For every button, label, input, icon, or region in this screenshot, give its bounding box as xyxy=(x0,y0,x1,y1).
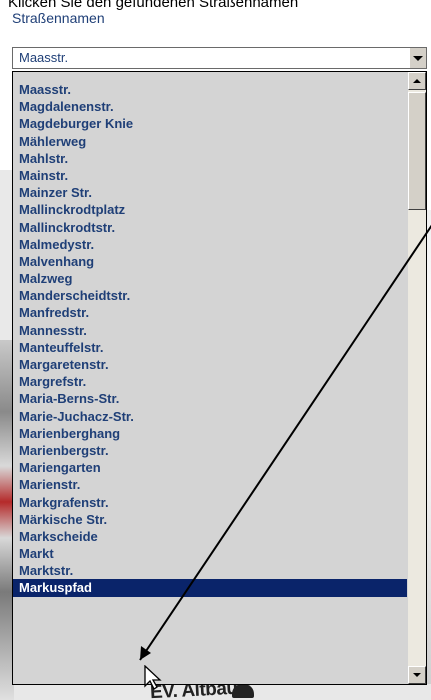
list-item[interactable]: Marktstr. xyxy=(13,562,407,579)
list-item[interactable]: Mallinckrodtstr. xyxy=(13,219,407,236)
list-item[interactable]: Mählerweg xyxy=(13,133,407,150)
scroll-thumb[interactable] xyxy=(408,92,426,210)
list-item[interactable]: Margaretenstr. xyxy=(13,356,407,373)
list-item[interactable]: Markuspfad xyxy=(13,579,407,597)
list-item[interactable]: Mariengarten xyxy=(13,459,407,476)
list-item[interactable]: Margrefstr. xyxy=(13,373,407,390)
list-item[interactable]: Mallinckrodtplatz xyxy=(13,201,407,218)
street-select[interactable]: Maasstr. xyxy=(12,47,427,69)
list-item[interactable]: Malvenhang xyxy=(13,253,407,270)
arrow-down-icon xyxy=(413,673,421,677)
mouse-pointer-icon xyxy=(144,665,162,690)
section-label: Straßennamen xyxy=(12,10,105,26)
list-item[interactable]: Manteuffelstr. xyxy=(13,339,407,356)
select-value: Maasstr. xyxy=(19,50,69,65)
list-item[interactable]: Manfredstr. xyxy=(13,304,407,321)
list-item[interactable]: Marie-Juchacz-Str. xyxy=(13,408,407,425)
list-items: Maasstr. Magdalenenstr. Magdeburger Knie Mä… xyxy=(13,81,407,597)
dropdown-button[interactable] xyxy=(409,48,426,68)
list-item[interactable]: Markgrafenstr. xyxy=(13,494,407,511)
list-item[interactable]: Märkische Str. xyxy=(13,511,407,528)
list-item[interactable]: Markscheide xyxy=(13,528,407,545)
list-item[interactable]: Marienstr. xyxy=(13,476,407,493)
list-item[interactable]: Malmedystr. xyxy=(13,236,407,253)
list-item[interactable]: Maasstr. xyxy=(13,81,407,98)
list-item[interactable]: Magdalenenstr. xyxy=(13,98,407,115)
list-item[interactable]: Mainzer Str. xyxy=(13,184,407,201)
street-list[interactable]: Maasstr. Magdalenenstr. Magdeburger Knie Mä… xyxy=(12,71,427,685)
list-item[interactable]: Mahlstr. xyxy=(13,150,407,167)
list-item[interactable]: Magdeburger Knie xyxy=(13,115,407,132)
list-item[interactable]: Malzweg xyxy=(13,270,407,287)
chevron-down-icon xyxy=(413,55,423,61)
heart-icon xyxy=(232,684,254,698)
list-item[interactable]: Marienberghang xyxy=(13,425,407,442)
list-item[interactable]: Marienbergstr. xyxy=(13,442,407,459)
list-item[interactable]: Mainstr. xyxy=(13,167,407,184)
scrollbar[interactable] xyxy=(408,72,426,684)
list-item[interactable]: Maria-Berns-Str. xyxy=(13,390,407,407)
list-item[interactable]: Manderscheidtstr. xyxy=(13,287,407,304)
scroll-down-button[interactable] xyxy=(408,666,426,684)
scroll-up-button[interactable] xyxy=(408,72,426,90)
list-item[interactable]: Markt xyxy=(13,545,407,562)
list-item[interactable]: Mannesstr. xyxy=(13,322,407,339)
arrow-up-icon xyxy=(413,79,421,83)
